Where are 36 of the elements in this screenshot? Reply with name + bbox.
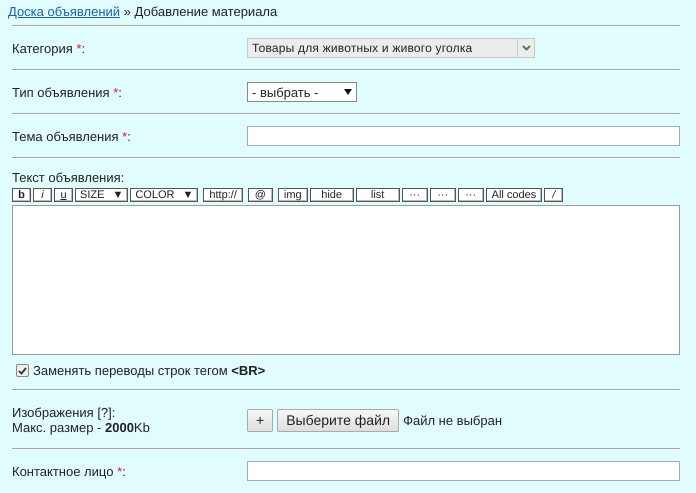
size-note: Макс. размер - 2000Kb xyxy=(12,420,151,435)
file-status: Файл не выбран xyxy=(403,412,502,428)
select-field[interactable]: Товары для животных и живого уголка xyxy=(247,38,535,58)
field-label: Тема объявления *: xyxy=(12,128,132,144)
italic-button[interactable]: i xyxy=(33,188,52,202)
caret-down-icon xyxy=(344,89,352,95)
italic-button[interactable]: / xyxy=(544,188,564,202)
underline-button[interactable]: u xyxy=(54,188,73,202)
page-title: Добавление материала xyxy=(134,4,278,19)
field-label: Изображения [?]: xyxy=(12,405,116,420)
text-field[interactable] xyxy=(247,126,680,146)
toolbar-button[interactable]: list xyxy=(356,188,400,202)
chevron-down-icon xyxy=(522,45,530,51)
toolbar-button[interactable]: All codes xyxy=(486,188,542,202)
field-label: Контактное лицо *: xyxy=(12,464,127,478)
bold-button[interactable]: b xyxy=(12,188,31,202)
add-button[interactable]: + xyxy=(247,408,274,432)
toolbar-dropdown[interactable]: SIZE ▼ xyxy=(75,188,128,202)
field-label: Тип объявления *: xyxy=(12,84,123,100)
text-field[interactable] xyxy=(247,461,680,481)
toolbar-button[interactable]: ··· xyxy=(430,188,456,202)
field-label: Категория *: xyxy=(12,40,86,56)
toolbar-button[interactable]: ··· xyxy=(458,188,484,202)
checkbox[interactable] xyxy=(16,364,29,377)
toolbar-button[interactable]: hide xyxy=(310,188,354,202)
toolbar-button[interactable]: img xyxy=(278,188,308,202)
toolbar-button[interactable]: ··· xyxy=(402,188,428,202)
select-field[interactable]: - выбрать - xyxy=(247,82,357,102)
toolbar-button[interactable]: http:// xyxy=(203,188,243,202)
field-label: Текст объявления: xyxy=(12,170,126,185)
toolbar-button[interactable]: @ xyxy=(248,188,273,202)
choose-file-button[interactable]: Выберите файл xyxy=(277,408,400,432)
toolbar-dropdown[interactable]: COLOR ▼ xyxy=(130,188,198,202)
breadcrumb-link[interactable]: Доска объявлений xyxy=(8,4,120,19)
breadcrumb-separator: » xyxy=(124,4,131,19)
checkbox-label: Заменять переводы строк тегом <BR> xyxy=(33,363,266,378)
